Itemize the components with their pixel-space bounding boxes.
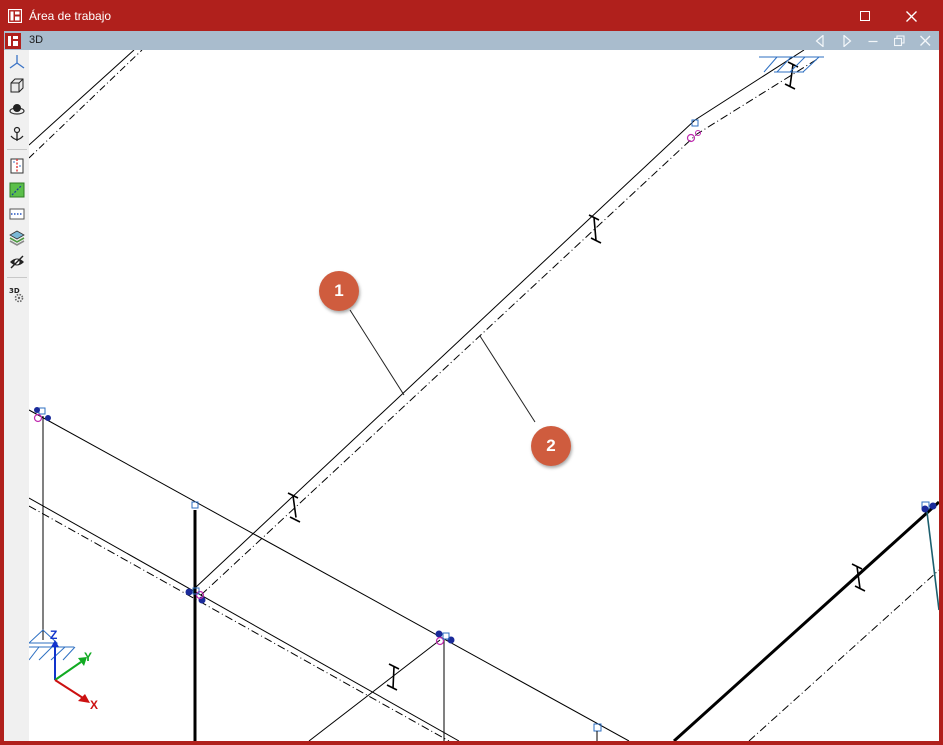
previous-view-icon: [815, 35, 824, 47]
beam-axis-line: [29, 50, 143, 159]
dotted-frame-button[interactable]: [8, 205, 26, 223]
previous-view-button[interactable]: [810, 32, 830, 49]
beam-line: [308, 639, 441, 741]
view-app-icon: [5, 33, 21, 49]
joint-dot: [921, 505, 929, 513]
brace-line: [926, 511, 939, 611]
maximize-icon: [860, 11, 870, 21]
axes-tool-button[interactable]: [8, 53, 26, 71]
restore-icon: [894, 35, 905, 47]
diagonal-element-icon: [9, 182, 25, 198]
diagonal-element-button[interactable]: [8, 181, 26, 199]
cube-view-button[interactable]: [8, 77, 26, 95]
3d-canvas[interactable]: 1 2 Z Y X: [29, 50, 939, 741]
restore-view-button[interactable]: [889, 32, 909, 49]
next-view-button[interactable]: [837, 32, 857, 49]
section-icon: [10, 158, 24, 174]
node-marker: [38, 407, 46, 415]
joint-dot: [185, 588, 193, 596]
callout-marker-1: 1: [319, 271, 359, 311]
joint-dot: [929, 502, 937, 510]
close-view-button[interactable]: [915, 32, 935, 49]
section-tool-button[interactable]: [8, 157, 26, 175]
hinge-marker: [33, 413, 43, 423]
beam-axis-line: [748, 569, 939, 741]
structure-model: [29, 50, 939, 741]
maximize-button[interactable]: [843, 0, 889, 32]
joint-dot: [34, 407, 40, 413]
hinge-marker: [686, 133, 696, 143]
i-section-marker: [386, 663, 400, 691]
workspace-window: Área de trabajo 3D 3D 1 2 Z Y X: [0, 0, 943, 745]
pan-anchor-button[interactable]: [8, 125, 26, 143]
cube-view-icon: [10, 78, 24, 93]
dotted-frame-icon: [9, 208, 25, 220]
layers-button[interactable]: [8, 229, 26, 247]
i-section-marker: [287, 492, 301, 523]
toolbar-separator: [7, 277, 27, 278]
joint-dot: [45, 415, 51, 421]
next-view-icon: [843, 35, 852, 47]
axes-icon: [9, 55, 25, 69]
x-axis-label: X: [90, 698, 99, 712]
orbit-icon: [9, 104, 25, 115]
i-section-marker: [588, 214, 602, 244]
close-icon: [920, 35, 931, 46]
inclined-beam-axis: [200, 57, 820, 596]
vertical-toolbar: 3D: [4, 50, 29, 741]
title-bar[interactable]: Área de trabajo: [0, 0, 943, 32]
pan-anchor-icon: [10, 126, 24, 141]
visibility-button[interactable]: [8, 253, 26, 271]
inclined-beam: [194, 50, 805, 589]
minimize-icon: [868, 40, 878, 43]
thick-beam: [672, 500, 939, 741]
3d-settings-icon: 3D: [9, 287, 24, 303]
minimize-view-button[interactable]: [863, 32, 883, 49]
callout-leader: [349, 309, 405, 396]
joint-dot: [435, 630, 443, 638]
toolbar-separator: [7, 149, 27, 150]
close-button[interactable]: [889, 0, 935, 32]
node-marker: [691, 119, 699, 127]
y-axis-label: Y: [84, 650, 93, 664]
hinge-marker: [435, 636, 445, 646]
view-tab-bar: 3D: [4, 31, 939, 50]
window-title: Área de trabajo: [29, 9, 112, 23]
z-axis-label: Z: [50, 628, 58, 642]
app-icon: [7, 8, 23, 24]
beam-line: [29, 50, 135, 146]
view-name: 3D: [29, 34, 44, 46]
visibility-eye-icon: [10, 255, 24, 269]
orbit-button[interactable]: [8, 101, 26, 119]
close-icon: [906, 11, 917, 22]
callout-leader: [479, 335, 536, 423]
callout-marker-2: 2: [531, 426, 571, 466]
layers-icon: [9, 230, 25, 246]
3d-settings-button[interactable]: 3D: [8, 285, 26, 303]
